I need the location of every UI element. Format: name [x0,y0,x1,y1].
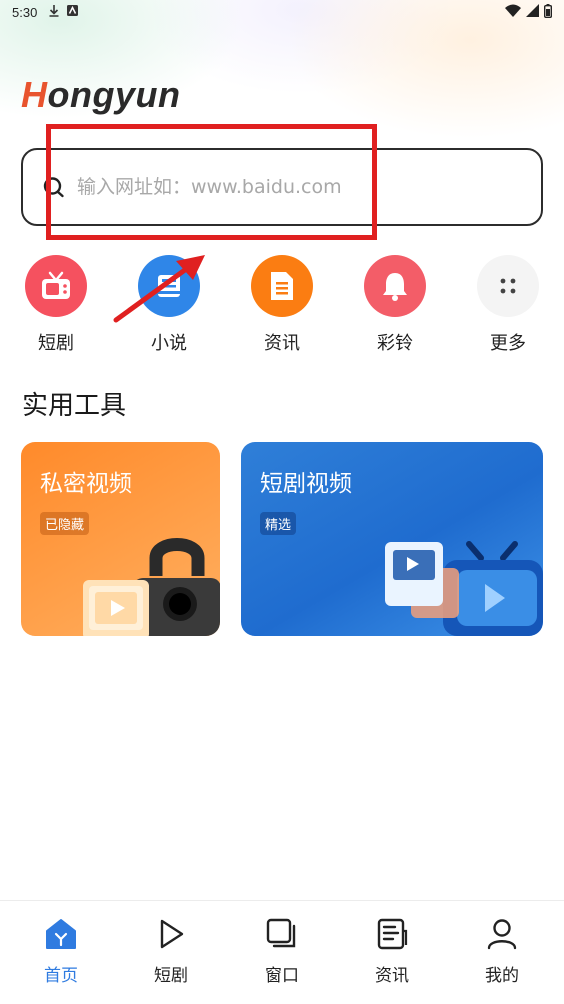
logo-first-letter: H [21,74,48,115]
tab-label: 资讯 [375,966,409,986]
app-logo: Hongyun [21,74,180,116]
tab-label: 我的 [485,966,519,986]
logo-rest: ongyun [47,74,181,115]
quick-link-ringtone[interactable]: 彩铃 [350,255,440,355]
search-bar[interactable] [21,148,543,226]
tv-icon [25,255,87,317]
quick-link-short-drama[interactable]: 短剧 [11,255,101,355]
news-icon [377,918,408,950]
quick-link-label: 短剧 [38,333,74,354]
quick-link-label: 彩铃 [377,333,413,354]
bell-icon [364,255,426,317]
card-badge: 精选 [260,512,297,535]
windows-icon [266,918,296,948]
tab-me[interactable]: 我的 [457,917,547,986]
wifi-icon [505,4,521,20]
card-title: 私密视频 [40,471,132,497]
signal-icon [526,4,539,20]
quick-link-label: 小说 [151,333,187,354]
tab-windows[interactable]: 窗口 [237,917,327,986]
search-input[interactable] [77,176,497,198]
user-icon [487,919,517,950]
more-dots-icon [477,255,539,317]
tab-news[interactable]: 资讯 [347,917,437,986]
private-video-card[interactable]: 私密视频 已隐藏 [21,442,220,636]
tab-short-drama[interactable]: 短剧 [126,917,216,986]
quick-link-label: 更多 [490,333,526,354]
search-icon [43,176,65,198]
home-icon [46,919,76,949]
quick-link-label: 资讯 [264,333,300,354]
status-bar: 5:30 [0,0,564,24]
status-time: 5:30 [12,4,38,20]
play-icon [160,919,184,949]
tab-label: 首页 [44,966,78,986]
tv-video-illustration [385,541,543,636]
card-title: 短剧视频 [260,471,352,497]
battery-icon [543,3,552,21]
quick-link-more[interactable]: 更多 [463,255,553,355]
bottom-tab-bar: 首页 短剧 窗口 资讯 我的 [0,900,564,1004]
quick-links: 短剧 小说 资讯 彩铃 更多 [0,255,564,365]
quick-link-news[interactable]: 资讯 [237,255,327,355]
tab-label: 窗口 [265,966,299,986]
download-icon [49,4,59,20]
status-right [505,3,552,21]
short-drama-card[interactable]: 短剧视频 精选 [241,442,543,636]
tab-label: 短剧 [154,966,188,986]
annotation-arrow-icon [113,255,205,323]
tools-section-title: 实用工具 [22,391,127,421]
notification-icon [67,5,79,19]
tab-home[interactable]: 首页 [16,917,106,986]
lock-video-illustration [83,538,220,636]
document-icon [251,255,313,317]
